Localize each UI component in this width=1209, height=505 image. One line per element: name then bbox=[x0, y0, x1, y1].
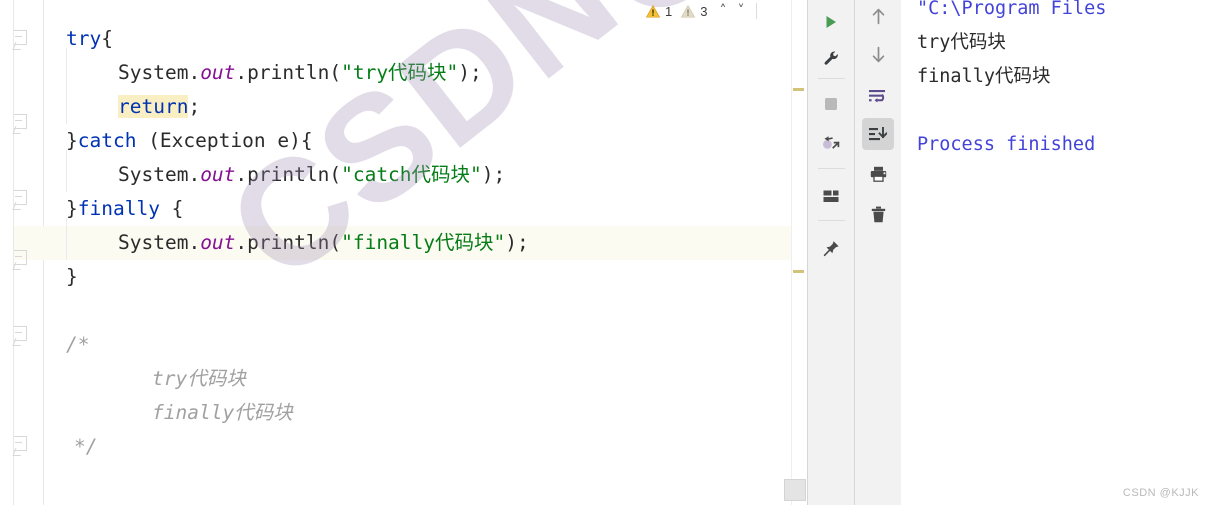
clear-all-button[interactable] bbox=[862, 198, 894, 230]
console-line: try代码块 bbox=[917, 32, 1006, 53]
down-button[interactable] bbox=[862, 38, 894, 70]
toolbar-separator bbox=[818, 78, 845, 79]
code-line[interactable]: }finally { bbox=[0, 192, 183, 226]
settings-button[interactable] bbox=[815, 42, 847, 74]
code-token: { bbox=[101, 27, 113, 50]
code-editor-pane[interactable]: try{System.out.println("try代码块"); return;… bbox=[0, 0, 806, 505]
code-token: .println( bbox=[235, 61, 342, 84]
scroll-to-end-icon bbox=[869, 126, 887, 142]
code-line[interactable]: }catch (Exception e){ bbox=[0, 124, 313, 158]
code-token: System. bbox=[118, 61, 201, 84]
wrench-icon bbox=[823, 50, 840, 67]
printer-icon bbox=[870, 166, 887, 182]
code-line[interactable]: /* bbox=[0, 328, 89, 362]
console-line: Process finished bbox=[917, 134, 1096, 155]
code-token: ); bbox=[481, 163, 506, 186]
restore-layout-button[interactable] bbox=[815, 126, 847, 158]
code-token: out bbox=[200, 231, 236, 254]
code-token: System. bbox=[118, 163, 201, 186]
up-button[interactable] bbox=[862, 0, 894, 32]
error-stripe-marker-bar[interactable] bbox=[791, 0, 806, 505]
trash-icon bbox=[871, 206, 886, 223]
code-token: .println( bbox=[235, 231, 342, 254]
code-text-layer[interactable]: try{System.out.println("try代码块"); return;… bbox=[0, 0, 806, 505]
code-token: out bbox=[200, 61, 236, 84]
code-token: out bbox=[200, 163, 236, 186]
layout-button[interactable] bbox=[815, 180, 847, 212]
code-token: "catch代码块" bbox=[341, 163, 482, 186]
console-line: finally代码块 bbox=[917, 66, 1051, 87]
code-line[interactable]: } bbox=[0, 260, 78, 294]
run-toolbar-right bbox=[854, 0, 901, 505]
code-token: finally代码块 bbox=[152, 401, 293, 424]
error-count: 1 bbox=[665, 3, 673, 19]
print-button[interactable] bbox=[862, 158, 894, 190]
code-token: try代码块 bbox=[152, 367, 246, 390]
code-line[interactable]: System.out.println("try代码块"); bbox=[0, 56, 482, 90]
warning-stripe-tick[interactable] bbox=[793, 270, 804, 273]
console-line: "C:\Program Files bbox=[917, 0, 1107, 19]
ide-run-window: try{System.out.println("try代码块"); return;… bbox=[0, 0, 1209, 505]
code-token: } bbox=[66, 197, 78, 220]
pin-icon bbox=[823, 240, 840, 257]
code-token: finally bbox=[77, 197, 160, 220]
code-token: } bbox=[66, 129, 78, 152]
code-token: { bbox=[159, 197, 184, 220]
toolbar-corner-box[interactable] bbox=[784, 479, 806, 501]
code-token: System. bbox=[118, 231, 201, 254]
code-token: */ bbox=[74, 435, 98, 458]
code-line[interactable]: try{ bbox=[0, 22, 113, 56]
watermark-credit: CSDN @KJJK bbox=[1122, 487, 1199, 499]
code-line[interactable]: */ bbox=[0, 430, 97, 464]
code-token: } bbox=[66, 265, 78, 288]
code-token: ); bbox=[505, 231, 529, 254]
soft-wrap-icon bbox=[869, 89, 887, 104]
rerun-button[interactable] bbox=[815, 6, 847, 38]
code-token: catch bbox=[77, 129, 137, 152]
toolbar-separator bbox=[818, 168, 845, 169]
rerun-failed-icon bbox=[822, 134, 840, 151]
toolbar-separator bbox=[818, 220, 845, 221]
code-token: "try代码块" bbox=[341, 61, 459, 84]
code-token: ; bbox=[188, 95, 201, 118]
soft-wrap-button[interactable] bbox=[862, 80, 894, 112]
arrow-up-icon bbox=[871, 8, 886, 25]
run-toolbar-left bbox=[807, 0, 854, 505]
scroll-to-end-button[interactable] bbox=[862, 118, 894, 150]
play-icon bbox=[823, 14, 839, 30]
code-token: /* bbox=[66, 333, 90, 356]
code-token: try bbox=[66, 27, 102, 50]
code-token: .println( bbox=[235, 163, 342, 186]
arrow-down-icon bbox=[871, 46, 886, 63]
code-line[interactable]: return; bbox=[0, 90, 200, 124]
code-line[interactable]: System.out.println("catch代码块"); bbox=[0, 158, 505, 192]
previous-problem-chevron-up-icon[interactable]: ˄ bbox=[716, 4, 729, 18]
stop-square-icon bbox=[824, 97, 838, 111]
layout-icon bbox=[823, 190, 839, 203]
highlighted-keyword: return bbox=[118, 95, 189, 118]
warning-count: 3 bbox=[700, 3, 708, 19]
code-token: ); bbox=[458, 61, 482, 84]
code-line[interactable]: System.out.println("finally代码块"); bbox=[0, 226, 529, 260]
code-line[interactable]: try代码块 bbox=[0, 362, 246, 396]
code-token: (Exception e){ bbox=[136, 129, 313, 152]
error-triangle-icon bbox=[646, 4, 660, 18]
warning-triangle-icon bbox=[681, 4, 696, 18]
code-token: "finally代码块" bbox=[341, 231, 506, 254]
warning-stripe-tick[interactable] bbox=[793, 88, 804, 91]
next-problem-chevron-down-icon[interactable]: ˅ bbox=[734, 4, 747, 18]
stop-button[interactable] bbox=[815, 88, 847, 120]
inspection-widget[interactable]: 1 3 ˄ ˅ bbox=[640, 0, 764, 22]
run-console-pane[interactable]: "C:\Program Files try代码块 finally代码块 Process… bbox=[901, 0, 1209, 505]
pin-tab-button[interactable] bbox=[815, 232, 847, 264]
code-line[interactable]: finally代码块 bbox=[0, 396, 293, 430]
inspection-divider bbox=[756, 3, 758, 19]
